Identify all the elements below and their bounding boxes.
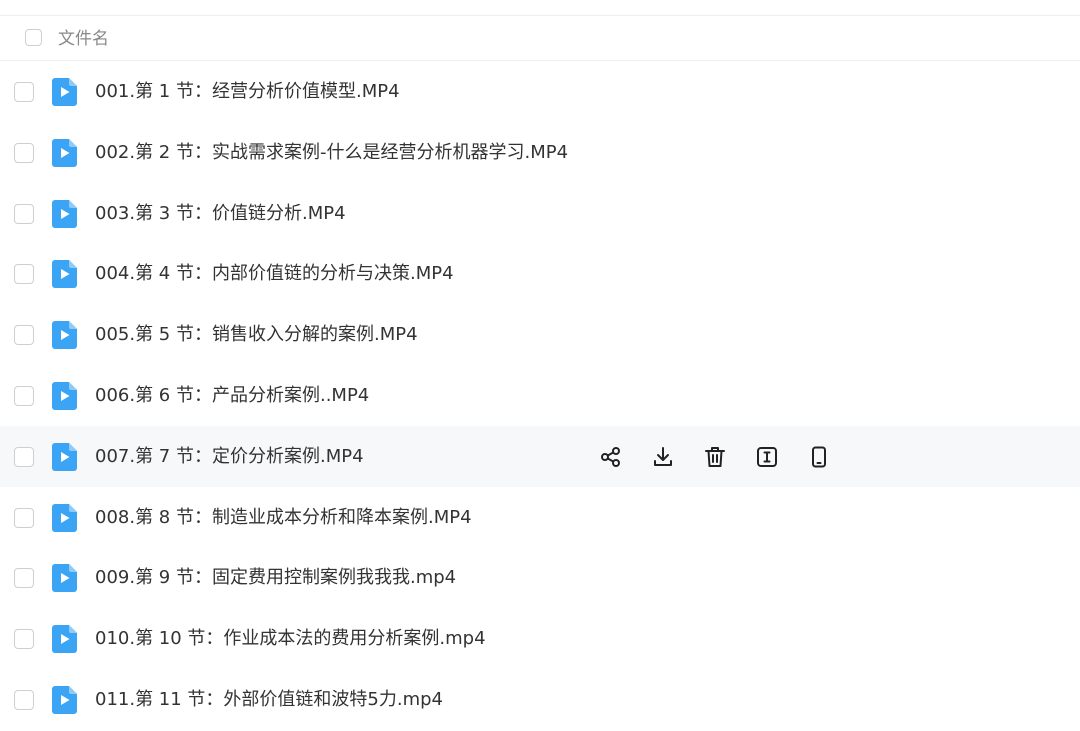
video-file-icon [52, 199, 77, 228]
file-name[interactable]: 001.第 1 节：经营分析价值模型.MP4 [95, 80, 400, 104]
column-header-filename[interactable]: 文件名 [58, 28, 109, 50]
file-name[interactable]: 002.第 2 节：实战需求案例-什么是经营分析机器学习.MP4 [95, 141, 568, 165]
file-name[interactable]: 004.第 4 节：内部价值链的分析与决策.MP4 [95, 262, 454, 286]
video-file-icon [52, 321, 77, 350]
file-name[interactable]: 007.第 7 节：定价分析案例.MP4 [95, 445, 364, 469]
row-checkbox[interactable] [14, 82, 34, 102]
video-file-icon [52, 685, 77, 714]
share-button[interactable] [598, 444, 624, 470]
file-row[interactable]: 006.第 6 节：产品分析案例..MP4 [0, 365, 1080, 426]
file-row[interactable]: 010.第 10 节：作业成本法的费用分析案例.mp4 [0, 608, 1080, 669]
row-actions [598, 444, 832, 470]
row-checkbox[interactable] [14, 689, 34, 710]
video-file-icon [52, 442, 77, 471]
file-name[interactable]: 003.第 3 节：价值链分析.MP4 [95, 202, 346, 226]
file-row[interactable]: 009.第 9 节：固定费用控制案例我我我.mp4 [0, 547, 1080, 608]
video-file-icon [52, 564, 77, 593]
file-name[interactable]: 008.第 8 节：制造业成本分析和降本案例.MP4 [95, 506, 472, 530]
file-row[interactable]: 004.第 4 节：内部价值链的分析与决策.MP4 [0, 243, 1080, 304]
row-checkbox[interactable] [14, 507, 34, 528]
send-to-mobile-button[interactable] [806, 444, 832, 470]
top-divider [0, 0, 1080, 16]
row-checkbox[interactable] [14, 629, 34, 650]
select-all-checkbox[interactable] [25, 29, 42, 46]
video-file-icon [52, 625, 77, 654]
file-row[interactable]: 008.第 8 节：制造业成本分析和降本案例.MP4 [0, 487, 1080, 548]
download-button[interactable] [650, 444, 676, 470]
video-file-icon [52, 260, 77, 289]
share-icon [601, 446, 620, 467]
rename-icon [757, 446, 777, 467]
row-checkbox[interactable] [14, 142, 34, 163]
download-icon [654, 446, 672, 466]
file-row[interactable]: 002.第 2 节：实战需求案例-什么是经营分析机器学习.MP4 [0, 122, 1080, 183]
row-checkbox[interactable] [14, 325, 34, 346]
row-checkbox[interactable] [14, 446, 34, 467]
row-checkbox[interactable] [14, 568, 34, 589]
video-file-icon [52, 138, 77, 167]
delete-button[interactable] [702, 444, 728, 470]
mobile-icon [812, 446, 826, 468]
trash-icon [705, 446, 725, 467]
file-list: 001.第 1 节：经营分析价值模型.MP4 002.第 2 节：实战需求案例-… [0, 61, 1080, 730]
file-row-hovered[interactable]: 007.第 7 节：定价分析案例.MP4 [0, 425, 1080, 487]
rename-button[interactable] [754, 444, 780, 470]
file-list-header: 文件名 [0, 16, 1080, 61]
video-file-icon [52, 381, 77, 410]
row-checkbox[interactable] [14, 385, 34, 406]
file-row[interactable]: 011.第 11 节：外部价值链和波特5力.mp4 [0, 669, 1080, 730]
row-checkbox[interactable] [14, 264, 34, 285]
file-name[interactable]: 005.第 5 节：销售收入分解的案例.MP4 [95, 323, 418, 347]
file-row[interactable]: 003.第 3 节：价值链分析.MP4 [0, 183, 1080, 244]
file-name[interactable]: 011.第 11 节：外部价值链和波特5力.mp4 [95, 688, 443, 712]
file-name[interactable]: 006.第 6 节：产品分析案例..MP4 [95, 384, 369, 408]
video-file-icon [52, 503, 77, 532]
video-file-icon [52, 78, 77, 106]
file-name[interactable]: 010.第 10 节：作业成本法的费用分析案例.mp4 [95, 627, 486, 651]
file-name[interactable]: 009.第 9 节：固定费用控制案例我我我.mp4 [95, 566, 456, 590]
row-checkbox[interactable] [14, 203, 34, 224]
file-row[interactable]: 001.第 1 节：经营分析价值模型.MP4 [0, 61, 1080, 122]
file-row[interactable]: 005.第 5 节：销售收入分解的案例.MP4 [0, 304, 1080, 365]
